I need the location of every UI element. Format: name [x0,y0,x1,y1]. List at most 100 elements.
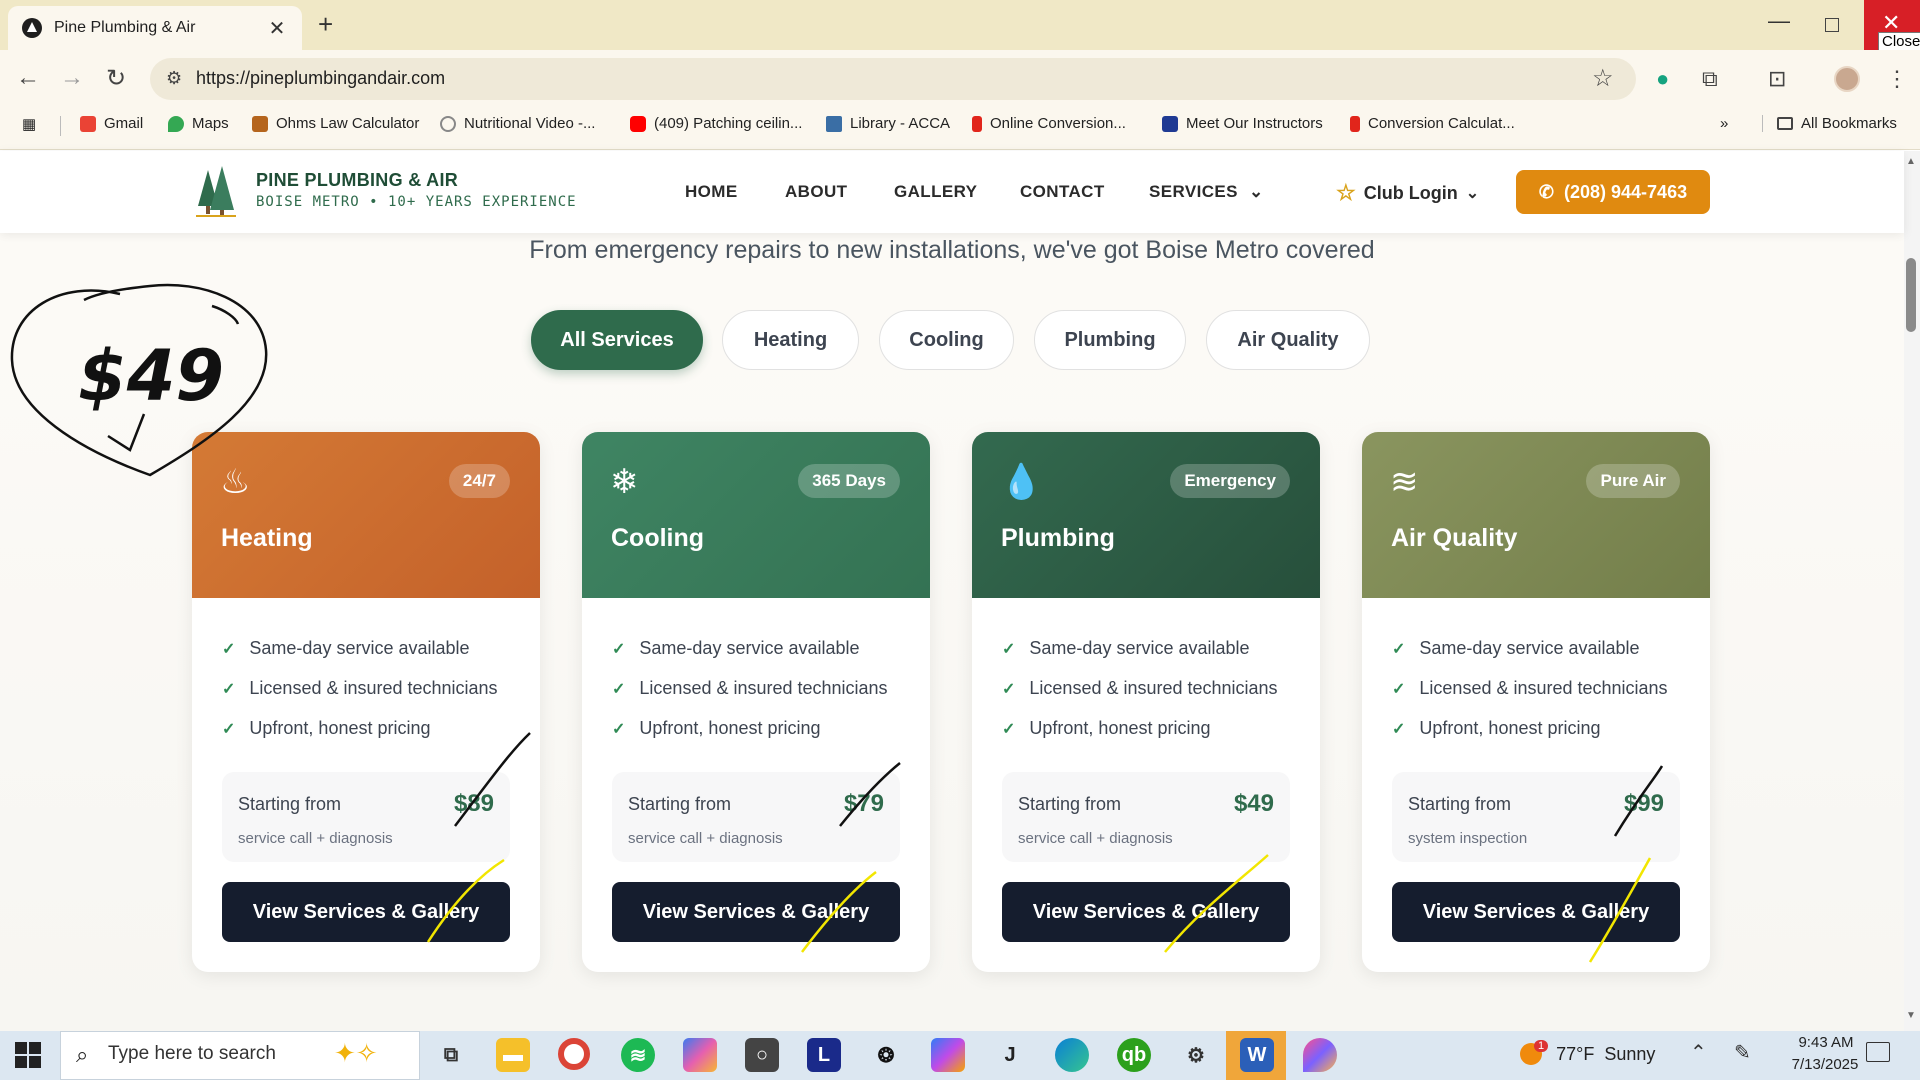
settings-gear-icon[interactable]: ⚙ [1179,1038,1213,1072]
all-bookmarks[interactable]: All Bookmarks [1762,115,1897,132]
menu-icon[interactable]: ⋮ [1886,66,1908,92]
card-header: ❄ 365 Days Cooling [582,432,930,598]
clock-date[interactable]: 7/13/2025 [1780,1056,1870,1073]
l-app-icon[interactable]: L [807,1038,841,1072]
instructors-icon [1162,115,1178,132]
card-title: Heating [221,524,313,552]
service-card-cooling: ❄ 365 Days Cooling ✓ Same-day service ava… [582,432,930,972]
star-icon: ☆ [1336,180,1356,205]
bookmark-ohms-law[interactable]: Ohms Law Calculator [252,115,419,132]
tray-chevron-up-icon[interactable]: ⌃ [1690,1040,1707,1065]
acca-icon [826,115,842,132]
quickbooks-icon[interactable]: qb [1117,1038,1151,1072]
all-bookmarks-label: All Bookmarks [1801,115,1897,132]
nav-about[interactable]: ABOUT [785,182,847,202]
scroll-up-icon[interactable]: ▲ [1906,156,1916,167]
price-note: service call + diagnosis [628,830,783,847]
feature-item: ✓ Licensed & insured technicians [1002,678,1278,699]
forward-icon[interactable]: → [60,64,84,92]
filter-plumbing[interactable]: Plumbing [1034,310,1186,370]
brand-name[interactable]: PINE PLUMBING & AIR [256,170,458,191]
price-box: Starting from service call + diagnosis $… [1002,772,1290,862]
bookmark-label: Gmail [104,115,144,132]
view-services-button[interactable]: View Services & Gallery [1392,882,1680,942]
bookmark-nutritional-video[interactable]: Nutritional Video -... [440,115,595,132]
file-explorer-icon[interactable]: ▬ [496,1038,530,1072]
view-services-button[interactable]: View Services & Gallery [222,882,510,942]
view-services-button[interactable]: View Services & Gallery [1002,882,1290,942]
m365-icon[interactable] [931,1038,965,1072]
new-tab-icon[interactable]: + [318,10,333,38]
scroll-down-icon[interactable]: ▼ [1906,1010,1916,1021]
view-services-button[interactable]: View Services & Gallery [612,882,900,942]
feature-text: Same-day service available [1419,638,1640,658]
filter-air-quality[interactable]: Air Quality [1206,310,1370,370]
weather-text: 77°F Sunny [1556,1043,1656,1064]
windows-start-icon[interactable] [14,1041,42,1069]
filter-all-services[interactable]: All Services [531,310,703,370]
gmail-icon [80,115,96,132]
word-icon[interactable]: W [1240,1038,1274,1072]
service-card-heating: ♨ 24/7 Heating ✓ Same-day service availab… [192,432,540,972]
filter-cooling[interactable]: Cooling [879,310,1014,370]
weather-widget[interactable]: 1 77°F Sunny [1520,1040,1656,1065]
weather-badge: 1 [1534,1040,1549,1052]
extensions-icon[interactable]: ⧉ [1702,66,1718,92]
check-icon: ✓ [1002,680,1016,698]
bookmark-maps[interactable]: Maps [168,115,229,132]
tab-close-icon[interactable]: ✕ [266,16,288,41]
edge-icon[interactable] [1055,1038,1089,1072]
profile-avatar[interactable] [1834,66,1860,92]
filter-heating[interactable]: Heating [722,310,859,370]
phone-call-button[interactable]: ✆ (208) 944-7463 [1516,170,1710,214]
cortana-icon[interactable]: ○ [745,1038,779,1072]
snowflake-icon: ❄ [610,463,639,501]
search-placeholder[interactable]: Type here to search [108,1043,276,1065]
browser-tab[interactable]: Pine Plumbing & Air ✕ [8,6,302,50]
url-text[interactable]: https://pineplumbingandair.com [196,68,445,89]
nav-gallery[interactable]: GALLERY [894,182,977,202]
bookmark-online-conversion[interactable]: Online Conversion... [972,115,1126,132]
grammarly-icon[interactable]: ● [1656,66,1669,92]
notification-icon[interactable] [1866,1042,1890,1062]
conversion-icon [972,115,982,132]
bookmark-youtube[interactable]: (409) Patching ceilin... [630,115,802,132]
phone-number: (208) 944-7463 [1564,181,1688,202]
feature-item: ✓ Same-day service available [222,638,470,659]
site-favicon-icon [22,18,42,38]
check-icon: ✓ [222,640,236,658]
tab-search-icon[interactable]: ⊡ [1768,66,1786,92]
copilot-icon[interactable] [683,1038,717,1072]
price-value: $99 [1623,790,1664,817]
back-icon[interactable]: ← [16,64,40,92]
clock-time[interactable]: 9:43 AM [1786,1034,1866,1051]
task-view-icon[interactable]: ⧉ [434,1038,468,1072]
scroll-thumb[interactable] [1906,258,1916,332]
spotify-icon[interactable]: ≋ [621,1038,655,1072]
bookmark-gmail[interactable]: Gmail [80,115,143,132]
j-app-icon[interactable]: J [993,1038,1027,1072]
pine-trees-logo-icon[interactable] [196,166,236,218]
bookmark-acca[interactable]: Library - ACCA [826,115,950,132]
card-badge: 24/7 [448,464,510,498]
paint-icon[interactable] [1303,1038,1337,1072]
price-value: $79 [843,790,884,817]
reload-icon[interactable]: ↻ [106,64,126,93]
pen-icon[interactable]: ✎ [1734,1040,1751,1065]
bookmark-conversion-calc[interactable]: Conversion Calculat... [1350,115,1515,132]
site-info-icon[interactable]: ⚙ [166,68,182,89]
bookmark-instructors[interactable]: Meet Our Instructors [1162,115,1323,132]
chrome-icon[interactable] [558,1038,590,1070]
nav-services[interactable]: SERVICES ⌄ [1149,182,1264,202]
club-login-button[interactable]: ☆ Club Login ⌄ [1336,180,1479,206]
maximize-icon[interactable] [1825,18,1839,32]
chatgpt-icon[interactable]: ❂ [869,1038,903,1072]
apps-grid-icon[interactable]: ▦ [22,115,36,133]
more-bookmarks-icon[interactable]: » [1720,115,1728,132]
nav-contact[interactable]: CONTACT [1020,182,1105,202]
bookmark-star-icon[interactable]: ☆ [1592,64,1614,93]
nav-home[interactable]: HOME [685,182,738,202]
feature-text: Upfront, honest pricing [249,718,431,738]
minimize-icon[interactable]: — [1768,8,1790,34]
check-icon: ✓ [222,680,236,698]
